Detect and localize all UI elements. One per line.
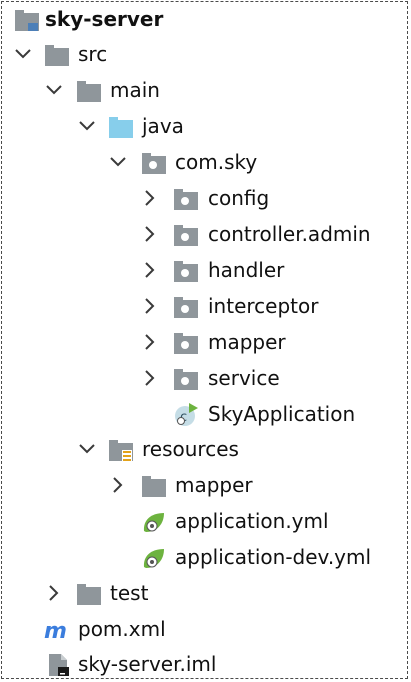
module-folder-icon	[15, 10, 39, 31]
chevron-right-icon[interactable]	[141, 297, 159, 315]
chevron-down-icon[interactable]	[78, 117, 96, 135]
tree-item-sky-server-iml[interactable]: sky-server.iml	[0, 647, 408, 681]
chevron-right-icon[interactable]	[141, 225, 159, 243]
tree-item-controller-admin[interactable]: controller.admin	[0, 217, 408, 251]
tree-item-com-sky[interactable]: com.sky	[0, 145, 408, 179]
tree-item-interceptor[interactable]: interceptor	[0, 289, 408, 323]
chevron-down-icon[interactable]	[109, 153, 127, 171]
tree-item-label: handler	[208, 258, 285, 282]
tree-item-label: controller.admin	[208, 222, 371, 246]
tree-item-label: mapper	[175, 473, 253, 497]
tree-item-label: java	[142, 114, 184, 138]
package-icon	[174, 369, 198, 390]
tree-item-resources[interactable]: resources	[0, 432, 408, 466]
chevron-right-icon[interactable]	[141, 333, 159, 351]
chevron-right-icon[interactable]	[45, 584, 63, 602]
tree-item-test[interactable]: test	[0, 576, 408, 610]
tree-item-service[interactable]: service	[0, 361, 408, 395]
chevron-right-icon[interactable]	[141, 369, 159, 387]
folder-icon	[77, 584, 101, 605]
tree-item-label: src	[78, 42, 108, 66]
tree-item-label: service	[208, 366, 280, 390]
tree-item-pom-xml[interactable]: m pom.xml	[0, 612, 408, 646]
tree-item-label: application.yml	[175, 509, 329, 533]
iml-file-icon	[49, 654, 69, 676]
tree-item-handler[interactable]: handler	[0, 253, 408, 287]
chevron-down-icon[interactable]	[14, 45, 32, 63]
tree-item-label: interceptor	[208, 294, 319, 318]
package-icon	[174, 297, 198, 318]
tree-item-config[interactable]: config	[0, 181, 408, 215]
folder-icon	[45, 45, 69, 66]
tree-item-label: test	[110, 581, 149, 605]
tree-item-main[interactable]: main	[0, 73, 408, 107]
spring-config-icon	[143, 549, 164, 568]
svg-text:m: m	[44, 619, 67, 642]
tree-item-mapper-package[interactable]: mapper	[0, 325, 408, 359]
package-icon	[142, 153, 166, 174]
tree-item-label: mapper	[208, 330, 286, 354]
chevron-right-icon[interactable]	[141, 189, 159, 207]
tree-item-label: SkyApplication	[208, 402, 356, 426]
source-root-folder-icon	[109, 117, 133, 138]
folder-icon	[77, 81, 101, 102]
tree-item-sky-application[interactable]: c SkyApplication	[0, 397, 408, 431]
tree-item-label: application-dev.yml	[175, 545, 372, 569]
resources-root-folder-icon	[109, 440, 133, 461]
tree-item-label: pom.xml	[78, 617, 166, 641]
tree-item-label: com.sky	[175, 150, 258, 174]
package-icon	[174, 261, 198, 282]
tree-item-label: sky-server	[45, 7, 164, 31]
package-icon	[174, 189, 198, 210]
package-icon	[174, 333, 198, 354]
folder-icon	[142, 476, 166, 497]
tree-item-label: config	[208, 186, 270, 210]
chevron-right-icon[interactable]	[141, 261, 159, 279]
project-tree: sky-server src main java com.sky config …	[0, 0, 411, 682]
tree-item-application-dev-yml[interactable]: application-dev.yml	[0, 540, 408, 574]
tree-item-java[interactable]: java	[0, 109, 408, 143]
spring-config-icon	[143, 513, 164, 532]
tree-item-application-yml[interactable]: application.yml	[0, 504, 408, 538]
tree-item-src[interactable]: src	[0, 37, 408, 71]
maven-icon: m	[44, 619, 67, 642]
chevron-down-icon[interactable]	[78, 440, 96, 458]
chevron-down-icon[interactable]	[45, 81, 63, 99]
tree-item-label: sky-server.iml	[78, 652, 217, 676]
tree-item-sky-server[interactable]: sky-server	[0, 2, 408, 36]
tree-item-mapper-resources[interactable]: mapper	[0, 468, 408, 502]
chevron-right-icon[interactable]	[109, 476, 127, 494]
package-icon	[174, 225, 198, 246]
spring-boot-class-icon: c	[175, 403, 198, 426]
tree-item-label: main	[110, 78, 160, 102]
tree-item-label: resources	[142, 437, 239, 461]
